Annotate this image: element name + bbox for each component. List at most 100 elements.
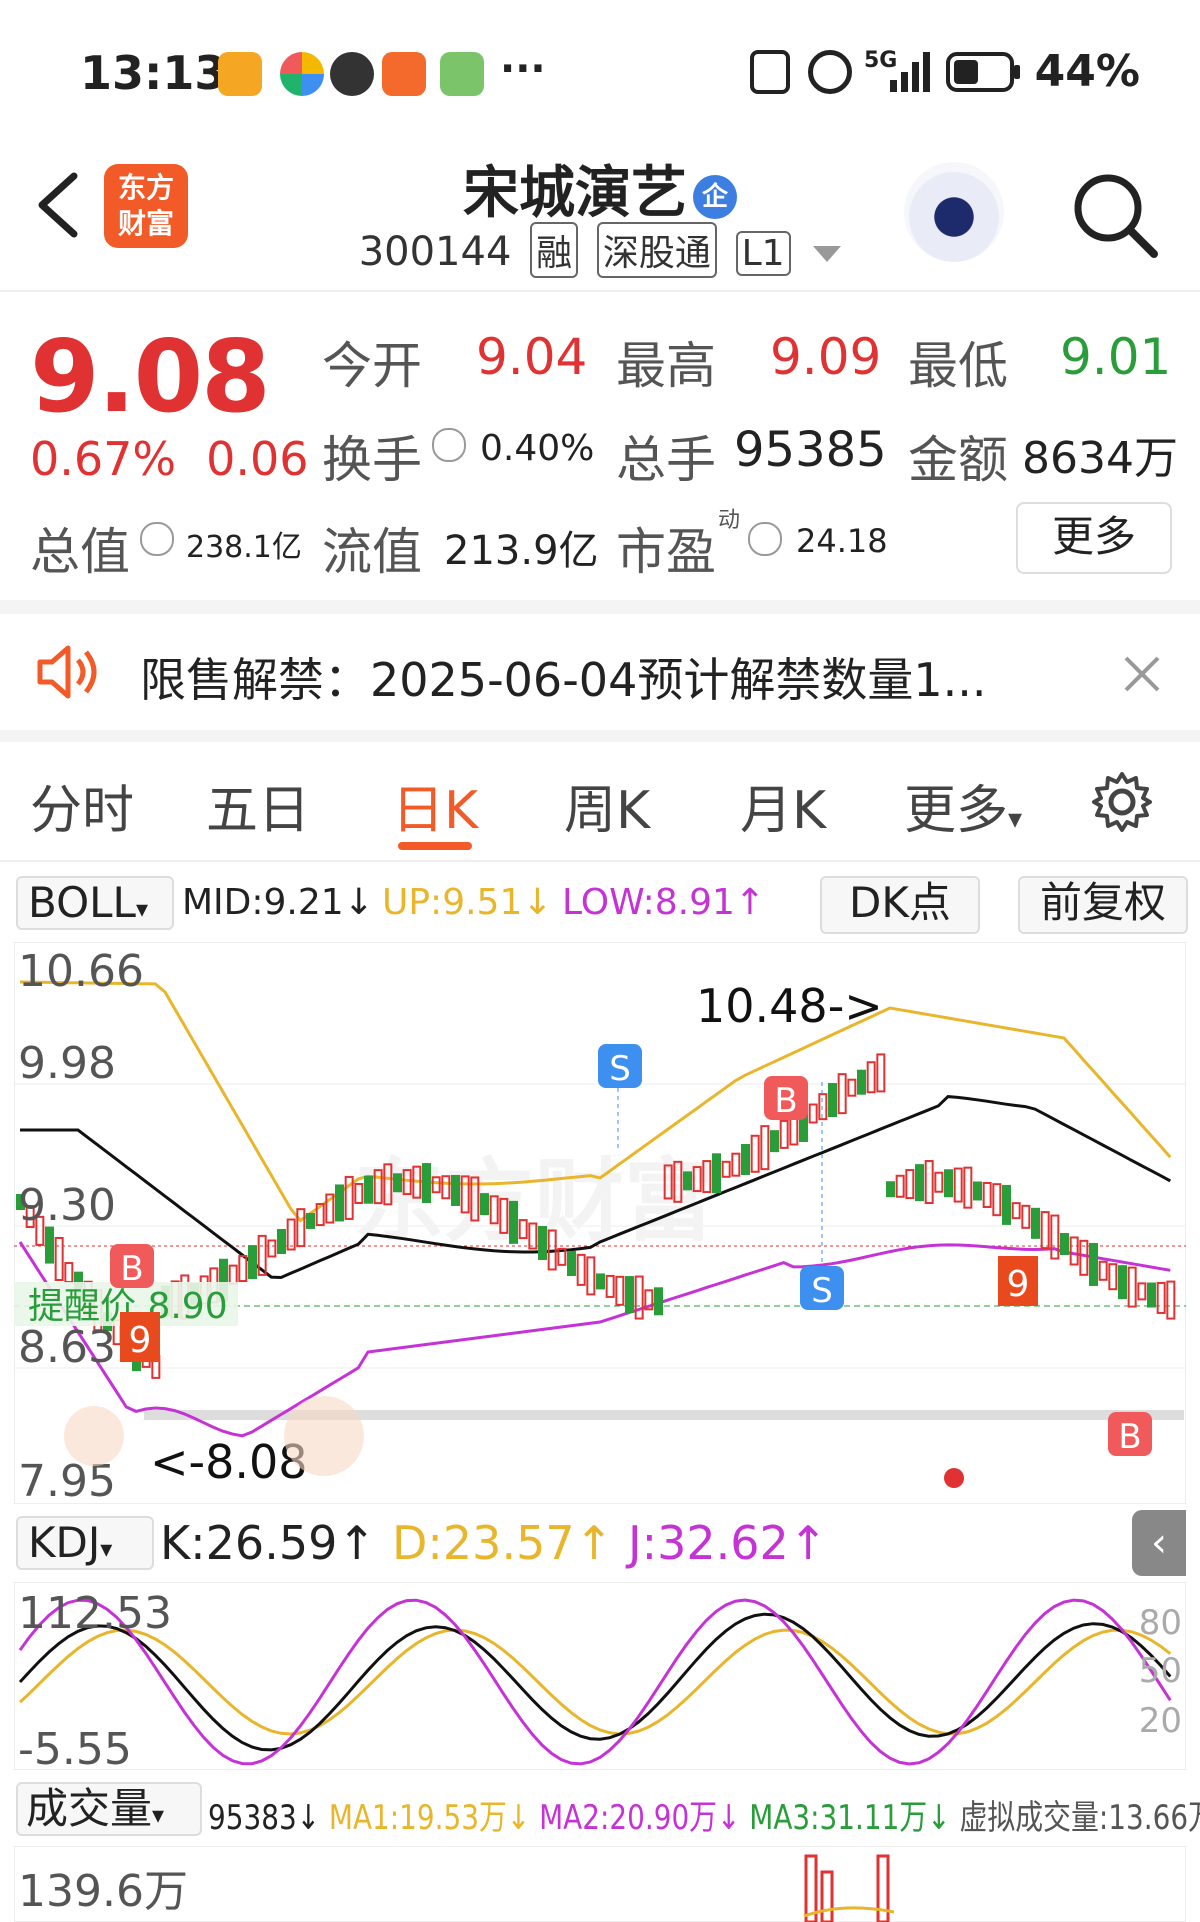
battery-icon	[946, 52, 1020, 92]
amount-value: 8634万	[1022, 433, 1178, 484]
chevron-down-icon	[813, 246, 842, 262]
home-app-icon	[440, 52, 484, 96]
dropdown-arrow-icon: ▾	[1008, 802, 1023, 835]
volume-value: 95385	[734, 422, 887, 478]
boll-up: UP:9.51↓	[382, 882, 553, 923]
dropdown-arrow-icon: ▾	[100, 1535, 113, 1563]
tab-minute[interactable]: 分时	[30, 768, 134, 843]
tab-month-k[interactable]: 月K	[740, 768, 826, 843]
candle	[538, 1226, 547, 1261]
tab-more[interactable]: 更多▾	[904, 768, 1022, 843]
y-tick-3: 9.30	[18, 1180, 116, 1231]
kdj-y-top: 112.53	[18, 1588, 172, 1639]
notice-bar[interactable]: 限售解禁：2025-06-04预计解禁数量1...	[0, 614, 1200, 734]
candle	[683, 1171, 692, 1191]
candle	[451, 1174, 460, 1206]
stock-title: 宋城演艺企	[0, 148, 1200, 229]
price-change: 0.67% 0.06	[30, 432, 309, 486]
svg-text:9: 9	[1007, 1264, 1030, 1305]
candle	[1002, 1184, 1011, 1225]
volume-ma2: MA2:20.90万	[539, 1798, 718, 1838]
candle	[567, 1251, 576, 1277]
candle	[828, 1083, 837, 1118]
candle	[915, 1164, 924, 1202]
adjust-button[interactable]: 前复权	[1018, 876, 1188, 934]
pe-label: 市盈	[616, 523, 716, 581]
volume-indicator-label: 成交量	[26, 1784, 153, 1833]
change-pct: 0.67%	[30, 432, 177, 486]
y-tick-top: 10.66	[18, 946, 144, 997]
boll-mid-value: MID:9.21	[182, 882, 344, 923]
kdj-j-value: J:32.62	[628, 1516, 789, 1570]
amount-label: 金额	[908, 431, 1008, 489]
pe-superscript: 动	[718, 508, 741, 533]
app-icon	[382, 52, 426, 96]
virtual-volume: 虚拟成交量:13.66万	[959, 1798, 1200, 1838]
turnover-label: 换手	[322, 431, 422, 489]
tab-more-label: 更多	[904, 781, 1009, 841]
pinwheel-icon	[280, 52, 324, 96]
candle	[1031, 1207, 1040, 1239]
gear-icon[interactable]	[1090, 770, 1154, 834]
low-marker: <-8.08	[150, 1435, 308, 1489]
candle	[1089, 1242, 1098, 1286]
search-icon[interactable]	[1070, 170, 1160, 260]
period-tabs: 分时 五日 日K 周K 月K 更多▾	[0, 740, 1200, 862]
kdj-level-50: 50	[1139, 1651, 1182, 1691]
info-icon[interactable]	[748, 522, 782, 556]
volume-stats: 95383↓ MA1:19.53万↓ MA2:20.90万↓ MA3:31.11…	[208, 1790, 1200, 1839]
event-dot	[944, 1468, 964, 1488]
kline-chart[interactable]: 东方财富 10.66 9.98 9.30 8.63 7.95 10.48-> <…	[14, 942, 1186, 1504]
info-icon[interactable]	[140, 522, 174, 556]
indicator-select-boll[interactable]: BOLL▾	[16, 876, 174, 930]
stock-subtitle[interactable]: 300144 融 深股通 L1	[0, 222, 1200, 278]
app-notification-icon	[218, 52, 262, 96]
tab-day-k[interactable]: 日K	[392, 768, 478, 843]
candle	[770, 1130, 779, 1153]
kdj-k-value: K:26.59	[160, 1516, 338, 1570]
tab-five-day[interactable]: 五日	[206, 768, 310, 843]
notice-text: 限售解禁：2025-06-04预计解禁数量1...	[140, 653, 987, 707]
ai-assistant-avatar[interactable]	[904, 162, 1004, 262]
candle	[596, 1273, 605, 1290]
current-price: 9.08	[30, 318, 271, 435]
stock-name: 宋城演艺	[463, 161, 687, 226]
stock-code: 300144	[358, 229, 512, 275]
audio-icon	[330, 52, 374, 96]
signal-icon	[890, 52, 930, 92]
low-label: 最低	[908, 337, 1008, 395]
dk-point-button[interactable]: DK点	[820, 876, 980, 934]
open-value: 9.04	[476, 328, 588, 386]
battery-percent: 44%	[1034, 46, 1140, 97]
high-marker: 10.48->	[696, 979, 883, 1033]
indicator-select-kdj[interactable]: KDJ▾	[16, 1516, 154, 1570]
candle	[45, 1226, 54, 1264]
volume-chart[interactable]: 139.6万	[14, 1846, 1186, 1922]
info-icon[interactable]	[432, 428, 466, 462]
low-value: 9.01	[1060, 328, 1172, 386]
svg-text:9: 9	[129, 1320, 152, 1361]
turnover-value: 0.40%	[480, 428, 595, 469]
y-tick-4: 8.63	[18, 1322, 116, 1373]
connect-tag: 深股通	[596, 222, 717, 278]
collapse-panel-button[interactable]: ‹	[1132, 1510, 1186, 1576]
kdj-d-value: D:23.57	[392, 1516, 575, 1570]
close-icon[interactable]	[1122, 654, 1162, 694]
tab-week-k[interactable]: 周K	[564, 768, 650, 843]
stock-header: 东方 财富 宋城演艺企 300144 融 深股通 L1	[0, 140, 1200, 292]
active-tab-indicator	[398, 842, 472, 850]
indicator-select-volume[interactable]: 成交量▾	[16, 1782, 202, 1836]
svg-text:S: S	[811, 1271, 833, 1311]
kdj-level-80: 80	[1139, 1603, 1182, 1643]
candle	[480, 1193, 489, 1216]
candle	[248, 1245, 257, 1280]
alarm-icon	[808, 50, 852, 94]
more-quote-button[interactable]: 更多	[1016, 502, 1172, 574]
candle	[422, 1163, 431, 1204]
kdj-j: J:32.62↑	[628, 1516, 828, 1570]
candle	[741, 1143, 750, 1175]
kdj-chart[interactable]: 112.53 -5.55 80 50 20	[14, 1582, 1186, 1770]
high-value: 9.09	[770, 328, 882, 386]
boll-low: LOW:8.91↑	[562, 882, 766, 923]
enterprise-badge: 企	[693, 174, 737, 219]
